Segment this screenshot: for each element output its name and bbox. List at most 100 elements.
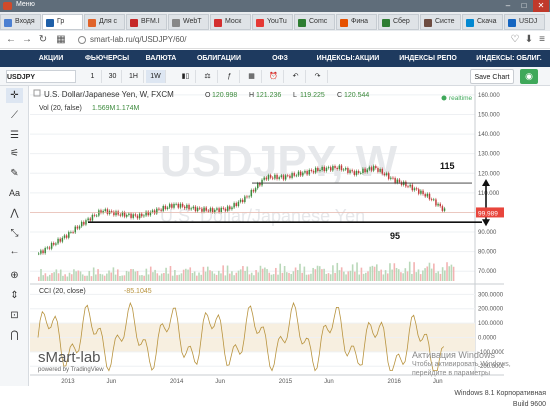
candle-body <box>110 210 113 212</box>
save-chart-button[interactable]: Save Chart <box>470 69 514 84</box>
volume-bar <box>378 271 380 281</box>
candle-body <box>186 204 188 209</box>
extensions-icon[interactable]: ≡ <box>535 33 549 47</box>
tab-11[interactable]: Скача <box>462 14 503 30</box>
candle-body <box>323 166 326 172</box>
volume-bar <box>68 272 71 281</box>
crosshair-icon[interactable]: ✛ <box>6 88 23 103</box>
compare-icon[interactable]: ⚖ <box>198 70 218 83</box>
favicon-icon <box>340 19 348 27</box>
candle-style-icon[interactable]: ▮▯ <box>176 70 196 83</box>
menu-item-0[interactable]: АКЦИИ <box>26 50 76 67</box>
tab-2[interactable]: Для с <box>84 14 125 30</box>
alert-icon[interactable]: ⏰ <box>264 70 284 83</box>
candle-body <box>383 173 386 175</box>
tab-0[interactable]: Входя <box>0 14 41 30</box>
menu-item-1[interactable]: ФЬЮЧЕРСЫ <box>78 50 136 67</box>
snapshot-icon[interactable]: ◉ <box>520 69 538 84</box>
download-icon[interactable]: ⬇ <box>522 33 536 47</box>
pattern-icon[interactable]: ⋀ <box>6 206 23 221</box>
volume-bar <box>147 274 150 281</box>
volume-bar <box>250 272 253 281</box>
tab-7[interactable]: Comc <box>294 14 335 30</box>
undo-icon[interactable]: ↶ <box>286 70 306 83</box>
menu-item-5[interactable]: ИНДЕКСЫ:АКЦИИ <box>310 50 386 67</box>
app-icon <box>3 2 12 10</box>
candle-body <box>233 203 235 208</box>
tab-3[interactable]: BFM.I <box>126 14 167 30</box>
volume-bar <box>373 266 376 281</box>
prediction-icon[interactable]: ⤡ <box>6 226 23 241</box>
volume-bar <box>296 270 299 281</box>
tab-8[interactable]: Фина <box>336 14 377 30</box>
x-tick: Jun <box>107 379 117 385</box>
interval-1h[interactable]: 1H <box>124 70 144 83</box>
ohlc-label: L <box>293 92 297 99</box>
candle-body <box>411 184 414 191</box>
forward-icon[interactable]: → <box>20 33 34 47</box>
measure-icon[interactable]: ⇕ <box>6 288 23 303</box>
candle-body <box>426 193 429 197</box>
minimize-icon[interactable]: – <box>500 0 516 12</box>
url-input[interactable]: smart-lab.ru/q/USDJPY/60/ <box>90 34 510 46</box>
brush-icon[interactable]: ✎ <box>6 166 23 181</box>
menu-item-6[interactable]: ИНДЕКСЫ РЕПО <box>390 50 466 67</box>
close-icon[interactable]: ✕ <box>533 0 549 12</box>
interval-30[interactable]: 30 <box>104 70 122 83</box>
volume-bar <box>406 271 409 281</box>
menu-item-2[interactable]: ВАЛЮТА <box>138 50 184 67</box>
interval-1w[interactable]: 1W <box>146 70 166 83</box>
menu-item-7[interactable]: ИНДЕКСЫ: ОБЛИГ. <box>470 50 548 67</box>
tab-4[interactable]: WebT <box>168 14 209 30</box>
candle-body <box>188 204 190 210</box>
volume-bar <box>97 269 99 281</box>
tab-10[interactable]: Систе <box>420 14 461 30</box>
menu-item-4[interactable]: ОФЗ <box>254 50 306 67</box>
cci-tick: 100.0000 <box>478 321 504 327</box>
candle-body <box>151 210 154 212</box>
arrow-icon[interactable]: ← <box>6 244 23 259</box>
bookmark-icon[interactable]: ♡ <box>508 33 522 47</box>
activation-line3: перейдите в параметры <box>412 370 491 377</box>
tab-12[interactable]: USDJ <box>504 14 545 30</box>
magnet-icon[interactable]: ⋂ <box>6 328 23 343</box>
interval-1[interactable]: 1 <box>84 70 102 83</box>
menu-item-3[interactable]: ОБЛИГАЦИИ <box>188 50 250 67</box>
zoom-icon[interactable]: ⊕ <box>6 268 23 283</box>
x-tick: Jun <box>215 379 225 385</box>
volume-bar <box>136 271 139 281</box>
chart-area[interactable]: 160.000 150.000 140.000 130.000 120.000 110.0… <box>30 86 504 386</box>
window-menu-label[interactable]: Меню <box>16 1 35 8</box>
hline-icon[interactable]: ☰ <box>6 128 23 143</box>
x-tick: 2014 <box>170 379 184 385</box>
volume-bar <box>433 263 435 281</box>
price-chart-svg[interactable]: 160.000 150.000 140.000 130.000 120.000 110.0… <box>30 86 504 386</box>
favicon-icon <box>382 19 390 27</box>
volume-bar <box>365 272 367 281</box>
back-icon[interactable]: ← <box>4 33 18 47</box>
activation-line2: Чтобы активировать Windows, <box>412 361 511 368</box>
lock-icon[interactable]: ⊡ <box>6 308 23 323</box>
candle-body <box>398 179 401 183</box>
volume-bar <box>95 274 97 281</box>
tab-5[interactable]: Моск <box>210 14 251 30</box>
volume-bar <box>257 272 260 281</box>
volume-bar <box>149 266 152 281</box>
templates-icon[interactable]: ▦ <box>242 70 262 83</box>
volume-bar <box>343 271 345 281</box>
grid-icon[interactable]: ▦ <box>54 33 68 47</box>
candle-body <box>175 203 177 205</box>
tab-9[interactable]: Сбер <box>378 14 419 30</box>
indicators-icon[interactable]: ƒ <box>220 70 240 83</box>
trendline-icon[interactable]: ⟋ <box>6 108 23 123</box>
candle-body <box>420 190 422 194</box>
fib-icon[interactable]: ⚟ <box>6 146 23 161</box>
maximize-icon[interactable]: □ <box>516 0 532 12</box>
symbol-input[interactable]: USDJPY <box>6 70 76 83</box>
reload-icon[interactable]: ↻ <box>36 33 50 47</box>
tab-6[interactable]: YouTu <box>252 14 293 30</box>
text-icon[interactable]: Aa <box>6 186 23 201</box>
redo-icon[interactable]: ↷ <box>308 70 328 83</box>
volume-bar <box>437 271 440 281</box>
tab-1[interactable]: Гр <box>42 14 83 30</box>
